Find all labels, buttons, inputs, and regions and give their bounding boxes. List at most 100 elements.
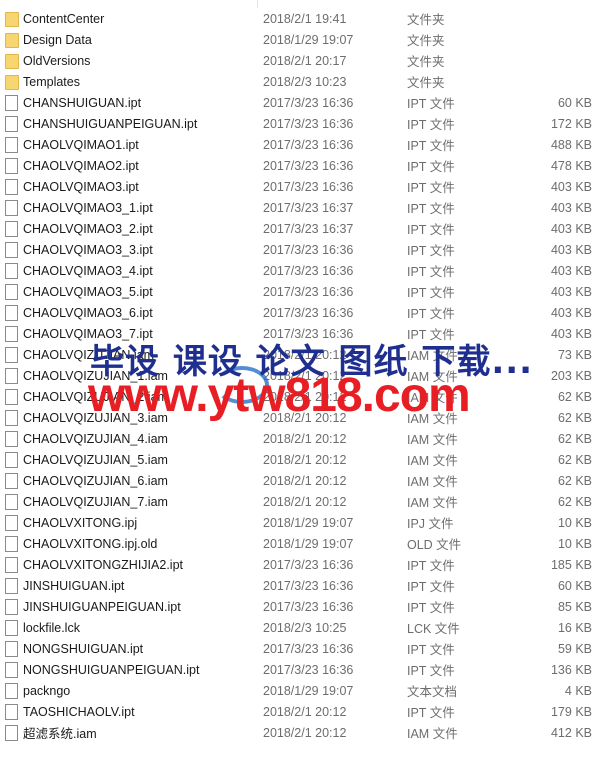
file-row[interactable]: CHAOLVQIZUJIAN_4.iam 2018/2/1 20:12 IAM 文件…: [0, 428, 595, 449]
file-row[interactable]: CHAOLVQIMAO3_5.ipt 2017/3/23 16:36 IPT 文件 4…: [0, 281, 595, 302]
file-icon: [5, 158, 18, 174]
file-name: OldVersions: [23, 53, 91, 68]
file-name: CHAOLVQIZUJIAN_6.iam: [23, 473, 168, 488]
file-type: 文件夹: [407, 34, 445, 48]
file-date: 2017/3/23 16:37: [263, 221, 354, 236]
file-row[interactable]: CHAOLVQIZUJIAN_6.iam 2018/2/1 20:12 IAM 文件…: [0, 470, 595, 491]
file-row[interactable]: CHAOLVQIMAO3.ipt 2017/3/23 16:36 IPT 文件 403…: [0, 176, 595, 197]
file-row[interactable]: CHAOLVQIZUJIAN_7.iam 2018/2/1 20:12 IAM 文件…: [0, 491, 595, 512]
file-name: CHAOLVQIMAO3_1.ipt: [23, 200, 153, 215]
file-date: 2017/3/23 16:36: [263, 662, 354, 677]
file-icon: [5, 326, 18, 342]
file-type: IPT 文件: [407, 307, 455, 321]
file-date: 2018/2/3 10:23: [263, 74, 347, 89]
file-row[interactable]: JINSHUIGUAN.ipt 2017/3/23 16:36 IPT 文件 60 K…: [0, 575, 595, 596]
file-row[interactable]: 超滤系统.iam 2018/2/1 20:12 IAM 文件 412 KB: [0, 722, 595, 743]
file-date: 2017/3/23 16:36: [263, 95, 354, 110]
file-date: 2018/2/1 20:12: [263, 725, 347, 740]
folder-icon: [5, 75, 19, 90]
file-size: 62 KB: [557, 473, 592, 488]
file-name: CHAOLVQIMAO2.ipt: [23, 158, 139, 173]
file-name: CHAOLVQIMAO3.ipt: [23, 179, 139, 194]
file-type: IPT 文件: [407, 643, 455, 657]
file-type: IPT 文件: [407, 706, 455, 720]
file-row[interactable]: CHANSHUIGUANPEIGUAN.ipt 2017/3/23 16:36 IP…: [0, 113, 595, 134]
file-size: 60 KB: [557, 95, 592, 110]
file-icon: [5, 95, 18, 111]
file-icon: [5, 536, 18, 552]
file-row[interactable]: CHAOLVQIMAO1.ipt 2017/3/23 16:36 IPT 文件 488…: [0, 134, 595, 155]
file-type: 文件夹: [407, 13, 445, 27]
file-name: CHANSHUIGUANPEIGUAN.ipt: [23, 116, 198, 131]
file-type: IAM 文件: [407, 475, 458, 489]
file-row[interactable]: JINSHUIGUANPEIGUAN.ipt 2017/3/23 16:36 IPT…: [0, 596, 595, 617]
file-row[interactable]: NONGSHUIGUANPEIGUAN.ipt 2017/3/23 16:36 IP…: [0, 659, 595, 680]
file-size: 60 KB: [557, 578, 592, 593]
file-size: 203 KB: [550, 368, 592, 383]
file-date: 2017/3/23 16:36: [263, 557, 354, 572]
folder-icon: [5, 54, 19, 69]
file-type: IAM 文件: [407, 433, 458, 447]
file-row[interactable]: CHAOLVQIMAO3_4.ipt 2017/3/23 16:36 IPT 文件 4…: [0, 260, 595, 281]
file-name: CHAOLVQIZUJIAN_4.iam: [23, 431, 168, 446]
file-type: IPT 文件: [407, 286, 455, 300]
file-date: 2017/3/23 16:36: [263, 599, 354, 614]
file-row[interactable]: CHAOLVXITONGZHIJIA2.ipt 2017/3/23 16:36 IP…: [0, 554, 595, 575]
file-row[interactable]: Templates 2018/2/3 10:23 文件夹: [0, 71, 595, 92]
file-type: IPT 文件: [407, 223, 455, 237]
file-icon: [5, 662, 18, 678]
file-name: Templates: [23, 74, 80, 89]
file-size: 62 KB: [557, 431, 592, 446]
file-row[interactable]: CHANSHUIGUAN.ipt 2017/3/23 16:36 IPT 文件 60 …: [0, 92, 595, 113]
file-size: 403 KB: [550, 200, 592, 215]
file-row[interactable]: CHAOLVQIMAO3_3.ipt 2017/3/23 16:36 IPT 文件 4…: [0, 239, 595, 260]
file-icon: [5, 116, 18, 132]
file-row[interactable]: CHAOLVQIZUJIAN_5.iam 2018/2/1 20:12 IAM 文件…: [0, 449, 595, 470]
file-row[interactable]: NONGSHUIGUAN.ipt 2017/3/23 16:36 IPT 文件 59 …: [0, 638, 595, 659]
file-icon: [5, 179, 18, 195]
file-date: 2018/2/1 20:17: [263, 53, 347, 68]
file-type: 文件夹: [407, 55, 445, 69]
file-icon: [5, 347, 18, 363]
folder-icon: [5, 33, 19, 48]
file-icon: [5, 620, 18, 636]
file-icon: [5, 137, 18, 153]
file-date: 2017/3/23 16:36: [263, 284, 354, 299]
file-date: 2017/3/23 16:36: [263, 263, 354, 278]
file-size: 403 KB: [550, 242, 592, 257]
file-date: 2018/2/1 20:12: [263, 452, 347, 467]
file-row[interactable]: CHAOLVXITONG.ipj 2018/1/29 19:07 IPJ 文件 10 …: [0, 512, 595, 533]
file-row[interactable]: CHAOLVQIMAO3_6.ipt 2017/3/23 16:36 IPT 文件 4…: [0, 302, 595, 323]
file-row[interactable]: OldVersions 2018/2/1 20:17 文件夹: [0, 50, 595, 71]
file-date: 2017/3/23 16:37: [263, 200, 354, 215]
file-name: CHAOLVXITONG.ipj: [23, 515, 138, 530]
file-icon: [5, 599, 18, 615]
file-size: 16 KB: [557, 620, 592, 635]
folder-icon: [5, 12, 19, 27]
file-icon: [5, 473, 18, 489]
file-type: IPT 文件: [407, 97, 455, 111]
file-date: 2018/2/1 20:12: [263, 704, 347, 719]
file-row[interactable]: ContentCenter 2018/2/1 19:41 文件夹: [0, 8, 595, 29]
file-icon: [5, 515, 18, 531]
file-name: ContentCenter: [23, 11, 105, 26]
file-size: 403 KB: [550, 263, 592, 278]
file-row[interactable]: Design Data 2018/1/29 19:07 文件夹: [0, 29, 595, 50]
file-date: 2018/1/29 19:07: [263, 536, 354, 551]
file-type: IPT 文件: [407, 580, 455, 594]
file-name: NONGSHUIGUANPEIGUAN.ipt: [23, 662, 200, 677]
file-row[interactable]: CHAOLVQIMAO3_2.ipt 2017/3/23 16:37 IPT 文件 4…: [0, 218, 595, 239]
file-date: 2017/3/23 16:36: [263, 578, 354, 593]
file-type: 文本文档: [407, 685, 458, 699]
file-row[interactable]: lockfile.lck 2018/2/3 10:25 LCK 文件 16 KB: [0, 617, 595, 638]
file-row[interactable]: CHAOLVXITONG.ipj.old 2018/1/29 19:07 OLD 文…: [0, 533, 595, 554]
file-row[interactable]: CHAOLVQIMAO3_1.ipt 2017/3/23 16:37 IPT 文件 4…: [0, 197, 595, 218]
file-icon: [5, 305, 18, 321]
file-row[interactable]: packngo 2018/1/29 19:07 文本文档 4 KB: [0, 680, 595, 701]
file-date: 2017/3/23 16:36: [263, 137, 354, 152]
file-size: 412 KB: [550, 725, 592, 740]
file-type: 文件夹: [407, 76, 445, 90]
file-row[interactable]: CHAOLVQIMAO2.ipt 2017/3/23 16:36 IPT 文件 478…: [0, 155, 595, 176]
file-size: 59 KB: [557, 641, 592, 656]
file-row[interactable]: TAOSHICHAOLV.ipt 2018/2/1 20:12 IPT 文件 179 …: [0, 701, 595, 722]
